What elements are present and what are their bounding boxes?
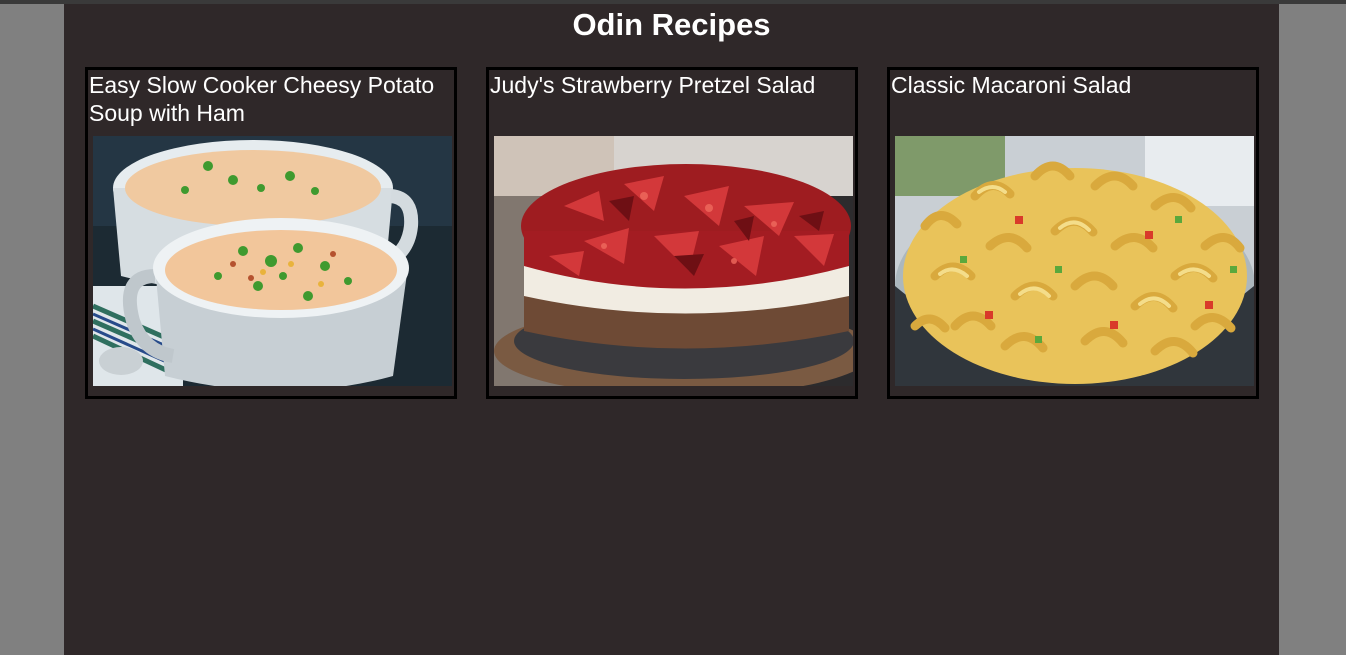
recipe-card[interactable]: Judy's Strawberry Pretzel Salad <box>486 67 858 399</box>
recipe-image[interactable] <box>895 136 1254 386</box>
recipe-title[interactable]: Judy's Strawberry Pretzel Salad <box>490 71 852 99</box>
recipe-card[interactable]: Classic Macaroni Salad <box>887 67 1259 399</box>
page-container: Odin Recipes Easy Slow Cooker Cheesy Pot… <box>64 4 1279 655</box>
potato-soup-photo <box>93 136 452 386</box>
recipe-card[interactable]: Easy Slow Cooker Cheesy Potato Soup with… <box>85 67 457 399</box>
macaroni-salad-photo <box>895 136 1254 386</box>
recipe-title[interactable]: Classic Macaroni Salad <box>891 71 1253 99</box>
recipe-image[interactable] <box>494 136 853 386</box>
recipe-image[interactable] <box>93 136 452 386</box>
recipe-title[interactable]: Easy Slow Cooker Cheesy Potato Soup with… <box>89 71 451 127</box>
page-title: Odin Recipes <box>572 7 771 42</box>
strawberry-pretzel-salad-photo <box>494 136 853 386</box>
